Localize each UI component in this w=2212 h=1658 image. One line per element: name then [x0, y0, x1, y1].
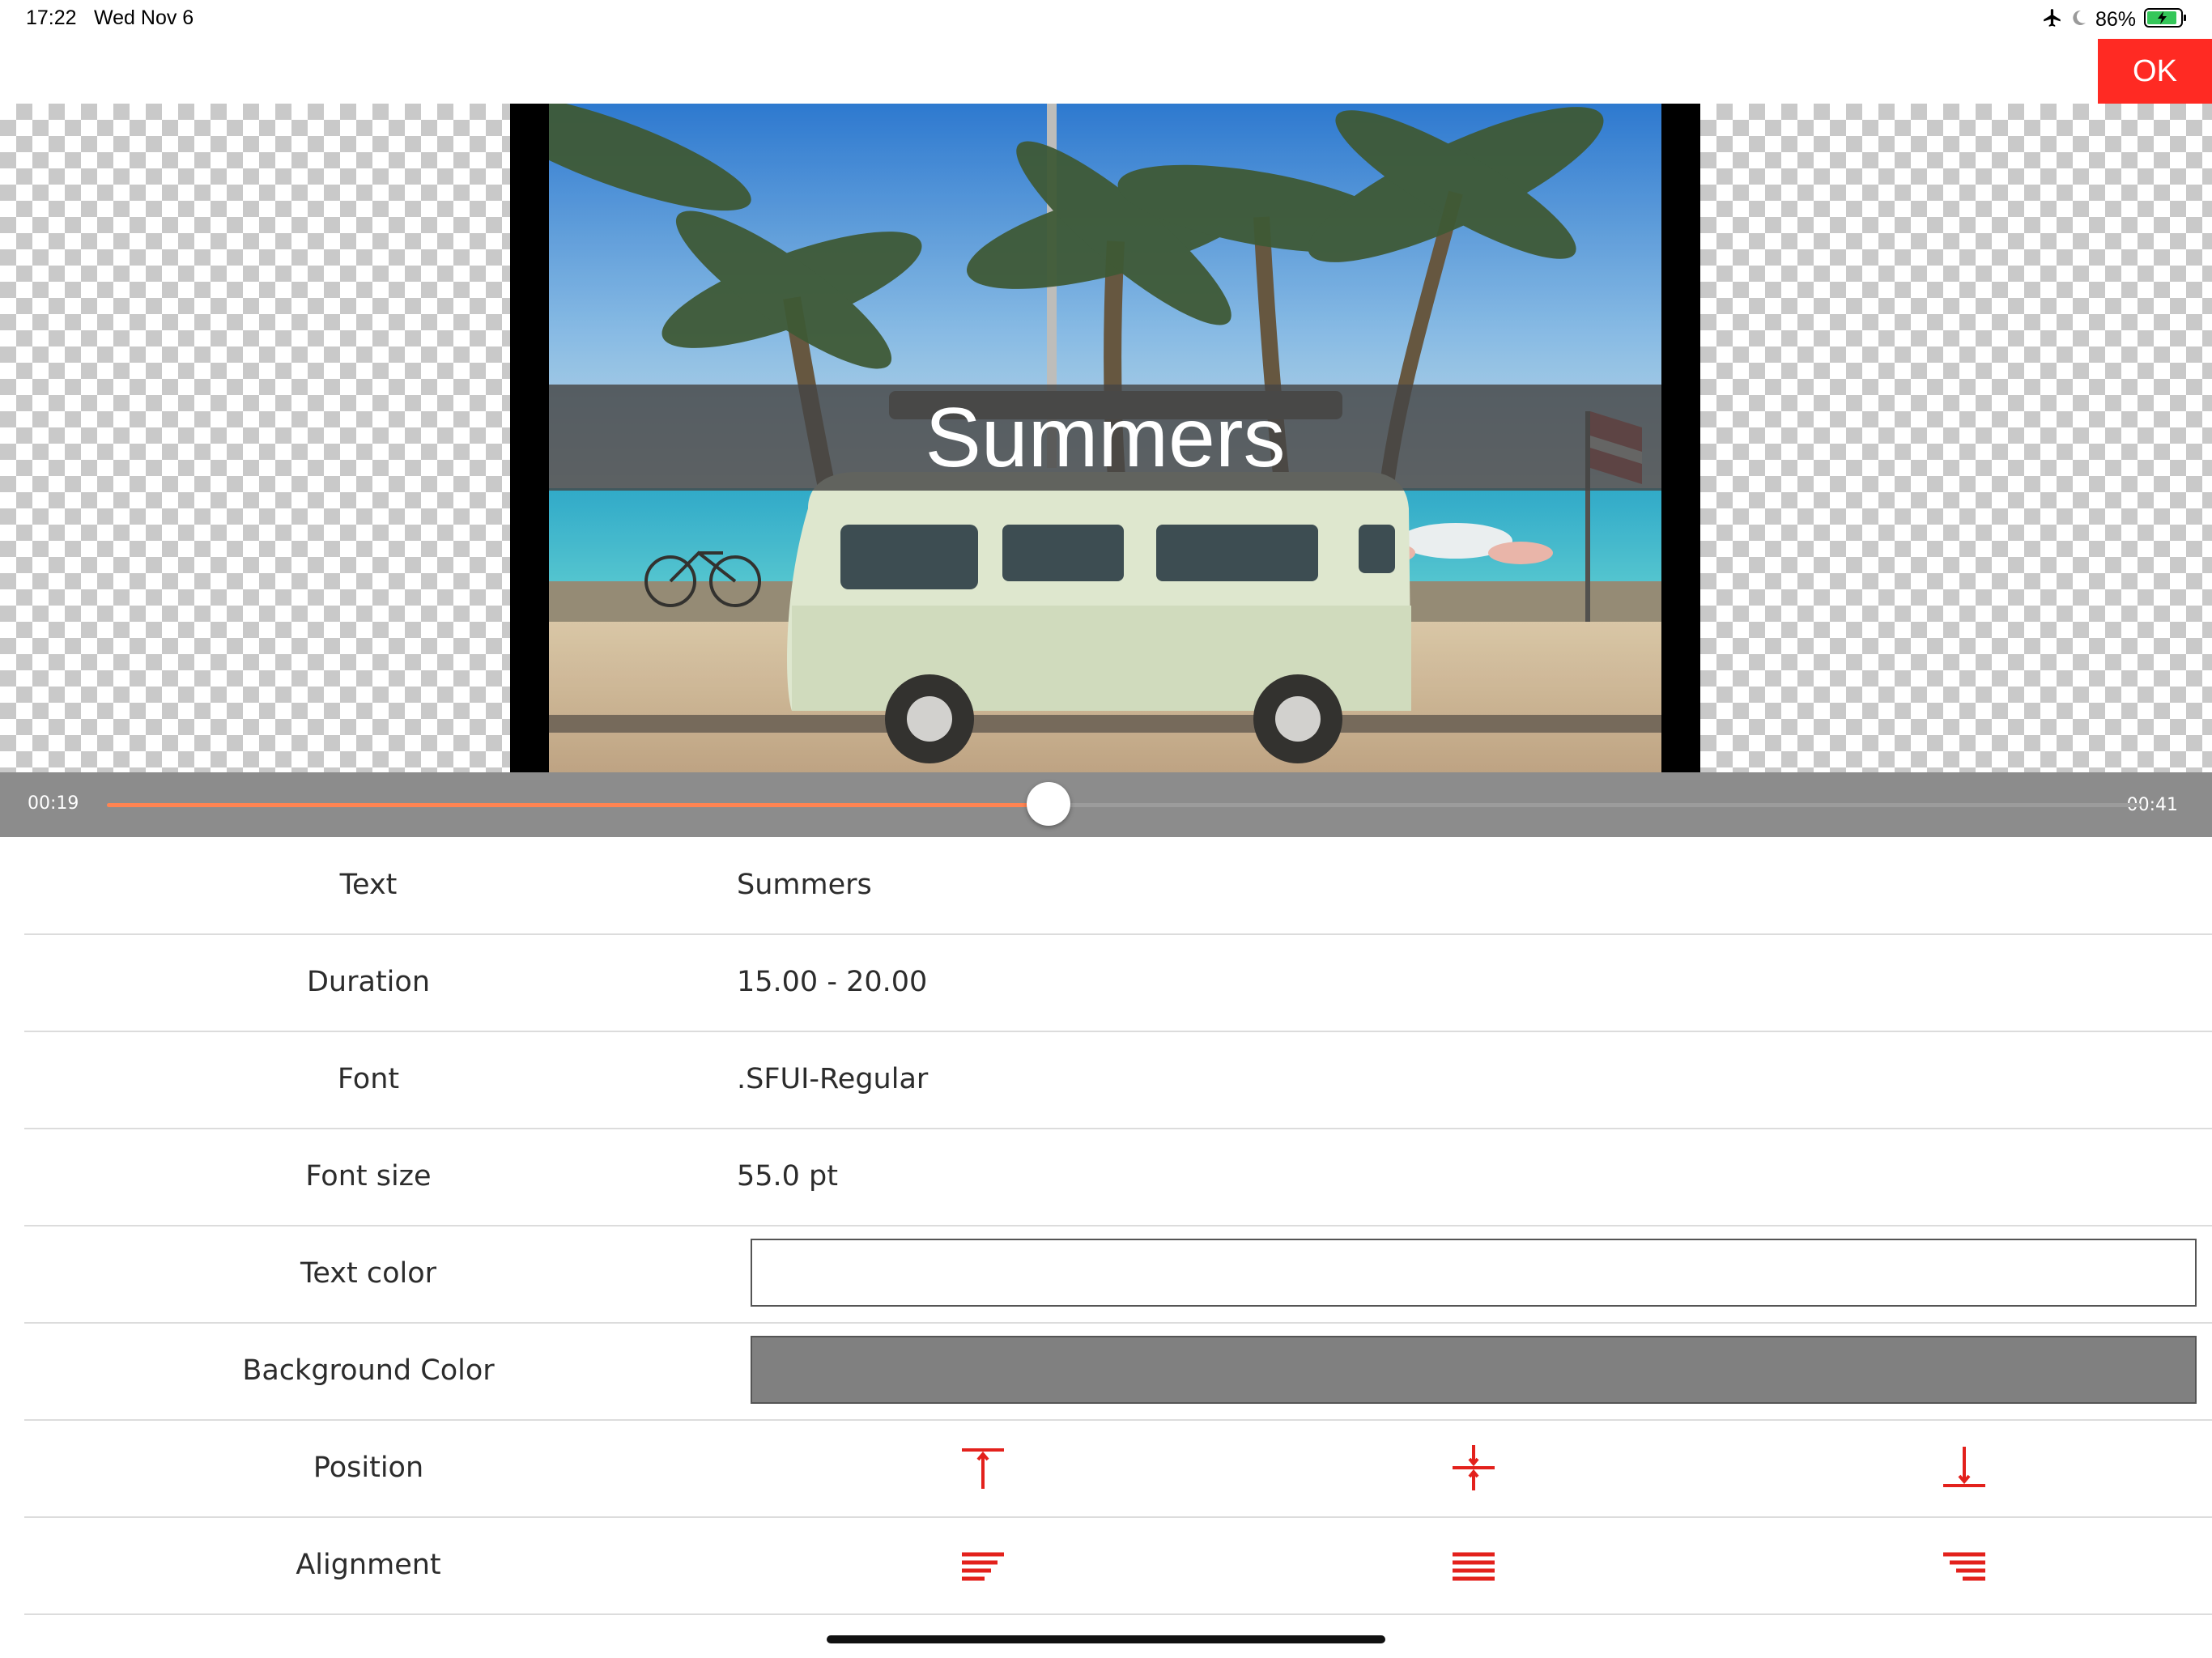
text-value[interactable]: Summers	[737, 836, 872, 933]
scrubber-thumb[interactable]	[1027, 782, 1071, 826]
font-size-value[interactable]: 55.0 pt	[737, 1128, 838, 1225]
align-right-icon[interactable]	[1936, 1537, 1993, 1593]
align-left-icon[interactable]	[955, 1537, 1011, 1593]
home-indicator	[827, 1635, 1385, 1643]
text-color-swatch[interactable]	[751, 1239, 2197, 1307]
caption-overlay[interactable]: Summers	[549, 385, 1661, 491]
align-center-icon[interactable]	[1445, 1537, 1502, 1593]
status-time: 17:22	[26, 6, 77, 29]
battery-percent: 86%	[2095, 7, 2136, 31]
row-label: Font	[337, 1063, 400, 1095]
transparent-background-left	[0, 104, 510, 772]
status-indicators: 86%	[2042, 5, 2188, 34]
row-label: Text color	[300, 1257, 437, 1290]
row-label: Background Color	[242, 1354, 495, 1387]
background-color-swatch[interactable]	[751, 1336, 2197, 1404]
scrubber-progress	[107, 803, 1049, 807]
current-time: 00:19	[28, 793, 79, 814]
position-center-icon[interactable]	[1445, 1439, 1502, 1496]
ok-button[interactable]: OK	[2098, 39, 2212, 104]
font-value[interactable]: .SFUI-Regular	[737, 1031, 928, 1128]
row-alignment: Alignment	[24, 1516, 2212, 1615]
row-label: Position	[313, 1452, 424, 1484]
row-label: Alignment	[296, 1549, 441, 1581]
row-font[interactable]: Font .SFUI-Regular	[24, 1031, 2212, 1129]
moon-icon	[2071, 9, 2087, 30]
row-background-color[interactable]: Background Color	[24, 1322, 2212, 1421]
row-position: Position	[24, 1419, 2212, 1518]
status-date: Wed Nov 6	[94, 6, 194, 29]
battery-charging-icon	[2144, 7, 2188, 32]
position-top-icon[interactable]	[955, 1439, 1011, 1496]
duration-value[interactable]: 15.00 - 20.00	[737, 933, 927, 1031]
row-text[interactable]: Text Summers	[24, 836, 2212, 935]
transparent-background-right	[1700, 104, 2212, 772]
caption-text: Summers	[925, 390, 1286, 485]
row-duration[interactable]: Duration 15.00 - 20.00	[24, 933, 2212, 1032]
row-label: Duration	[306, 966, 430, 998]
row-label: Text	[339, 869, 398, 901]
position-bottom-icon[interactable]	[1936, 1439, 1993, 1496]
airplane-icon	[2042, 7, 2063, 32]
row-label: Font size	[305, 1160, 432, 1192]
row-text-color[interactable]: Text color	[24, 1225, 2212, 1324]
row-font-size[interactable]: Font size 55.0 pt	[24, 1128, 2212, 1226]
